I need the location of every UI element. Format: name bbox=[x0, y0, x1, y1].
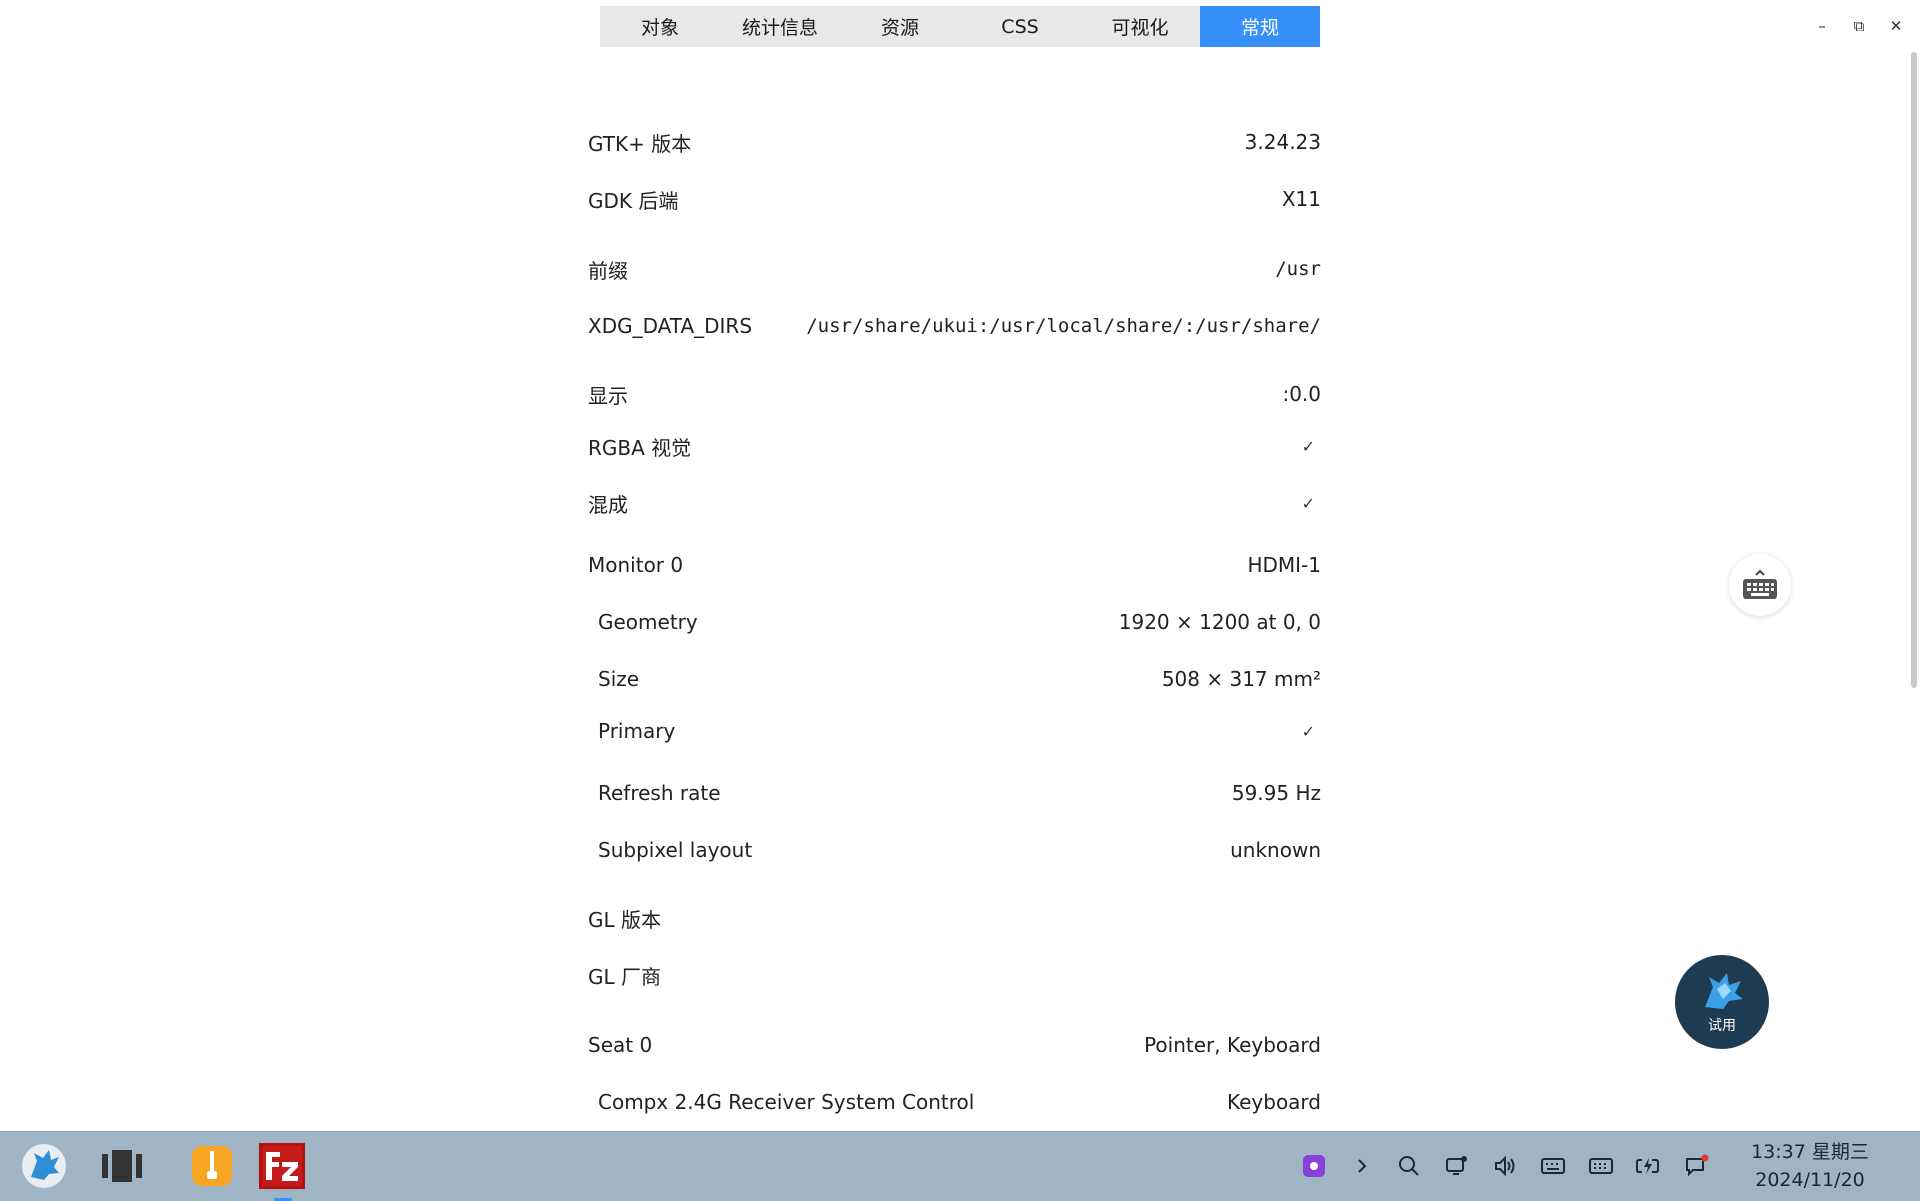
row-value: Pointer, Keyboard bbox=[1144, 1033, 1321, 1057]
archive-app-icon bbox=[192, 1146, 232, 1186]
row-value: 1920 × 1200 at 0, 0 bbox=[1118, 610, 1321, 634]
row-label: GL 版本 bbox=[588, 907, 661, 932]
row-gtk-version: GTK+ 版本 3.24.23 bbox=[588, 122, 1321, 162]
tray-network[interactable] bbox=[1443, 1152, 1471, 1180]
row-label: Size bbox=[598, 667, 640, 691]
row-geometry: Geometry 1920 × 1200 at 0, 0 bbox=[588, 602, 1321, 642]
row-subpixel-layout: Subpixel layout unknown bbox=[588, 830, 1321, 870]
maximize-icon: ⧉ bbox=[1853, 17, 1865, 35]
tab-resources[interactable]: 资源 bbox=[840, 6, 960, 47]
clock-time: 13:37 星期三 bbox=[1751, 1141, 1869, 1163]
row-size: Size 508 × 317 mm² bbox=[588, 659, 1321, 699]
multitask-icon bbox=[102, 1150, 142, 1182]
row-label: Geometry bbox=[598, 610, 698, 634]
row-value: /usr/share/ukui:/usr/local/share/:/usr/s… bbox=[806, 315, 1321, 337]
taskbar-app-files[interactable] bbox=[186, 1140, 238, 1192]
keyboard-icon bbox=[1541, 1158, 1565, 1174]
scrollbar[interactable] bbox=[1911, 52, 1917, 688]
tab-general[interactable]: 常规 bbox=[1200, 6, 1320, 47]
tray-power[interactable] bbox=[1635, 1152, 1663, 1180]
taskbar-clock[interactable]: 13:37 星期三 2024/11/20 bbox=[1740, 1138, 1880, 1194]
row-prefix: 前缀 /usr bbox=[588, 249, 1321, 289]
screenshot-icon bbox=[1303, 1155, 1325, 1177]
tray-input-method[interactable] bbox=[1587, 1152, 1615, 1180]
row-value: 508 × 317 mm² bbox=[1161, 667, 1321, 691]
chevron-right-icon bbox=[1358, 1159, 1367, 1173]
row-rgba-visual: RGBA 视觉 ✓ bbox=[588, 426, 1321, 466]
row-monitor-0: Monitor 0 HDMI-1 bbox=[588, 545, 1321, 585]
filezilla-icon bbox=[259, 1143, 305, 1189]
row-label: Primary bbox=[598, 719, 676, 743]
notification-icon bbox=[1686, 1154, 1709, 1177]
row-refresh-rate: Refresh rate 59.95 Hz bbox=[588, 773, 1321, 813]
row-label: GL 厂商 bbox=[588, 964, 661, 989]
input-method-icon bbox=[1589, 1158, 1613, 1174]
row-value: X11 bbox=[1281, 187, 1321, 211]
row-xdg-data-dirs: XDG_DATA_DIRS /usr/share/ukui:/usr/local… bbox=[588, 306, 1321, 346]
row-value: :0.0 bbox=[1282, 382, 1321, 406]
taskbar-app-filezilla[interactable] bbox=[256, 1140, 308, 1201]
trial-label: 试用 bbox=[1708, 1018, 1736, 1034]
row-gdk-backend: GDK 后端 X11 bbox=[588, 179, 1321, 219]
row-value: 59.95 Hz bbox=[1231, 781, 1321, 805]
row-label: 显示 bbox=[588, 383, 628, 408]
row-label: Monitor 0 bbox=[588, 553, 684, 577]
row-gl-vendor: GL 厂商 bbox=[588, 955, 1321, 995]
row-label: Refresh rate bbox=[598, 781, 721, 805]
row-label: Seat 0 bbox=[588, 1033, 653, 1057]
kylin-start-icon bbox=[22, 1144, 66, 1188]
tab-css[interactable]: CSS bbox=[960, 6, 1080, 47]
row-label: 前缀 bbox=[588, 258, 628, 283]
check-icon: ✓ bbox=[1301, 493, 1315, 513]
row-display: 显示 :0.0 bbox=[588, 374, 1321, 414]
row-seat-0: Seat 0 Pointer, Keyboard bbox=[588, 1025, 1321, 1065]
tab-bar: 对象 统计信息 资源 CSS 可视化 常规 bbox=[600, 6, 1320, 47]
onscreen-keyboard-button[interactable] bbox=[1729, 554, 1791, 616]
tray-expand[interactable] bbox=[1348, 1152, 1376, 1180]
row-composited: 混成 ✓ bbox=[588, 483, 1321, 523]
row-label: GDK 后端 bbox=[588, 188, 679, 213]
close-icon: ✕ bbox=[1889, 17, 1903, 35]
row-label: GTK+ 版本 bbox=[588, 131, 692, 156]
start-menu-button[interactable] bbox=[18, 1140, 70, 1192]
tray-volume[interactable] bbox=[1491, 1152, 1519, 1180]
multitask-view-button[interactable] bbox=[96, 1140, 148, 1192]
row-value: unknown bbox=[1230, 838, 1321, 862]
check-icon: ✓ bbox=[1301, 721, 1315, 741]
tray-screenshot[interactable] bbox=[1300, 1152, 1328, 1180]
row-primary: Primary ✓ bbox=[588, 711, 1321, 751]
tray-notifications[interactable] bbox=[1683, 1152, 1711, 1180]
minimize-icon: – bbox=[1818, 17, 1826, 35]
volume-icon bbox=[1495, 1155, 1515, 1177]
clock-date: 2024/11/20 bbox=[1755, 1169, 1865, 1191]
network-icon bbox=[1446, 1156, 1467, 1175]
row-label: Compx 2.4G Receiver System Control bbox=[598, 1090, 975, 1114]
row-gl-version: GL 版本 bbox=[588, 898, 1321, 938]
close-button[interactable]: ✕ bbox=[1884, 14, 1908, 38]
search-icon bbox=[1399, 1156, 1419, 1176]
tab-visual[interactable]: 可视化 bbox=[1080, 6, 1200, 47]
keyboard-icon bbox=[1743, 569, 1777, 599]
row-value: Keyboard bbox=[1226, 1090, 1321, 1114]
minimize-button[interactable]: – bbox=[1810, 14, 1834, 38]
maximize-button[interactable]: ⧉ bbox=[1847, 14, 1871, 38]
trial-badge[interactable]: 试用 bbox=[1675, 955, 1769, 1049]
row-label: XDG_DATA_DIRS bbox=[588, 314, 753, 338]
row-value: /usr bbox=[1275, 258, 1321, 280]
row-value: HDMI-1 bbox=[1247, 553, 1321, 577]
tray-keyboard[interactable] bbox=[1539, 1152, 1567, 1180]
row-compx-receiver: Compx 2.4G Receiver System Control Keybo… bbox=[588, 1082, 1321, 1122]
taskbar: 13:37 星期三 2024/11/20 bbox=[0, 1131, 1920, 1201]
row-label: RGBA 视觉 bbox=[588, 435, 692, 460]
row-label: Subpixel layout bbox=[598, 838, 753, 862]
battery-charging-icon bbox=[1636, 1158, 1659, 1174]
kylin-mascot-icon bbox=[1705, 973, 1743, 1009]
tray-search[interactable] bbox=[1395, 1152, 1423, 1180]
row-label: 混成 bbox=[588, 492, 628, 517]
check-icon: ✓ bbox=[1301, 436, 1315, 456]
tab-objects[interactable]: 对象 bbox=[600, 6, 720, 47]
row-value: 3.24.23 bbox=[1244, 130, 1321, 154]
tab-statistics[interactable]: 统计信息 bbox=[720, 6, 840, 47]
